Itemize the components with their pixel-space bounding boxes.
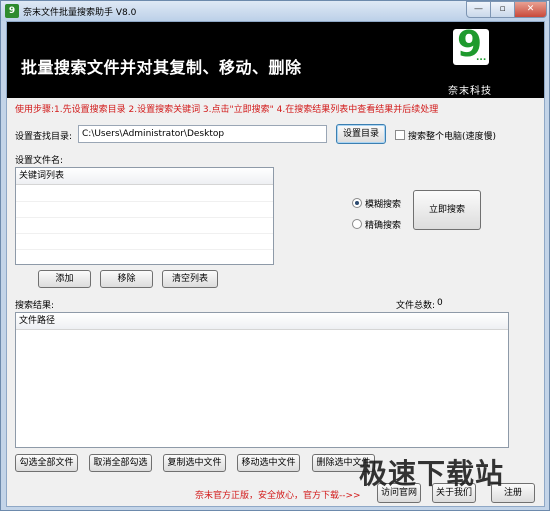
- copy-selected-button[interactable]: 复制选中文件: [163, 454, 226, 472]
- logo-dots: ...: [476, 53, 487, 63]
- banner-headline: 批量搜索文件并对其复制、移动、删除: [21, 58, 302, 77]
- exact-search-radio[interactable]: [352, 219, 362, 229]
- directory-input[interactable]: C:\Users\Administrator\Desktop: [78, 125, 327, 143]
- keywords-list[interactable]: 关键词列表: [15, 167, 274, 265]
- list-row-divider: [16, 233, 273, 234]
- remove-keyword-button[interactable]: 移除: [100, 270, 153, 288]
- whole-pc-checkbox[interactable]: [395, 130, 405, 140]
- check-all-button[interactable]: 勾选全部文件: [15, 454, 78, 472]
- add-keyword-button[interactable]: 添加: [38, 270, 91, 288]
- site-watermark: 极速下载站: [359, 457, 505, 490]
- brand-name: 奈末科技: [448, 86, 492, 97]
- maximize-button[interactable]: ▫: [490, 1, 515, 18]
- directory-label: 设置查找目录:: [15, 132, 73, 142]
- title-bar[interactable]: 9 奈末文件批量搜索助手 V8.0 — ▫ ✕: [1, 1, 549, 21]
- results-list[interactable]: 文件路径: [15, 312, 509, 448]
- keywords-column-header[interactable]: 关键词列表: [16, 168, 273, 185]
- client-area: 批量搜索文件并对其复制、移动、删除 9 ... 奈末科技 使用步骤:1.先设置搜…: [6, 21, 545, 507]
- fuzzy-search-label: 模糊搜索: [365, 200, 402, 210]
- results-label: 搜索结果:: [15, 301, 55, 311]
- uncheck-all-button[interactable]: 取消全部勾选: [89, 454, 152, 472]
- official-download-note: 奈末官方正版，安全放心，官方下载-->>: [195, 491, 361, 501]
- move-selected-button[interactable]: 移动选中文件: [237, 454, 300, 472]
- clear-list-button[interactable]: 清空列表: [162, 270, 218, 288]
- file-count-value: 0: [437, 298, 443, 308]
- list-row-divider: [16, 249, 273, 250]
- keywords-label: 设置文件名:: [15, 156, 64, 166]
- app-icon: 9: [5, 4, 19, 18]
- file-count-label: 文件总数:: [396, 301, 436, 311]
- header-banner: 批量搜索文件并对其复制、移动、删除 9 ... 奈末科技: [7, 22, 544, 98]
- list-row-divider: [16, 217, 273, 218]
- company-logo: 9 ...: [453, 25, 489, 65]
- file-path-column-header[interactable]: 文件路径: [16, 313, 508, 330]
- whole-pc-label: 搜索整个电脑(速度慢): [408, 132, 497, 142]
- window-title: 奈末文件批量搜索助手 V8.0: [23, 8, 137, 18]
- list-row-divider: [16, 201, 273, 202]
- app-window: 9 奈末文件批量搜索助手 V8.0 — ▫ ✕ 批量搜索文件并对其复制、移动、删…: [0, 0, 550, 511]
- close-button[interactable]: ✕: [514, 1, 547, 18]
- search-now-button[interactable]: 立即搜索: [413, 190, 481, 230]
- set-directory-button[interactable]: 设置目录: [336, 124, 386, 144]
- usage-steps: 使用步骤:1.先设置搜索目录 2.设置搜索关键词 3.点击"立即搜索" 4.在搜…: [15, 105, 439, 115]
- minimize-button[interactable]: —: [466, 1, 491, 18]
- exact-search-label: 精确搜索: [365, 221, 402, 231]
- fuzzy-search-radio[interactable]: [352, 198, 362, 208]
